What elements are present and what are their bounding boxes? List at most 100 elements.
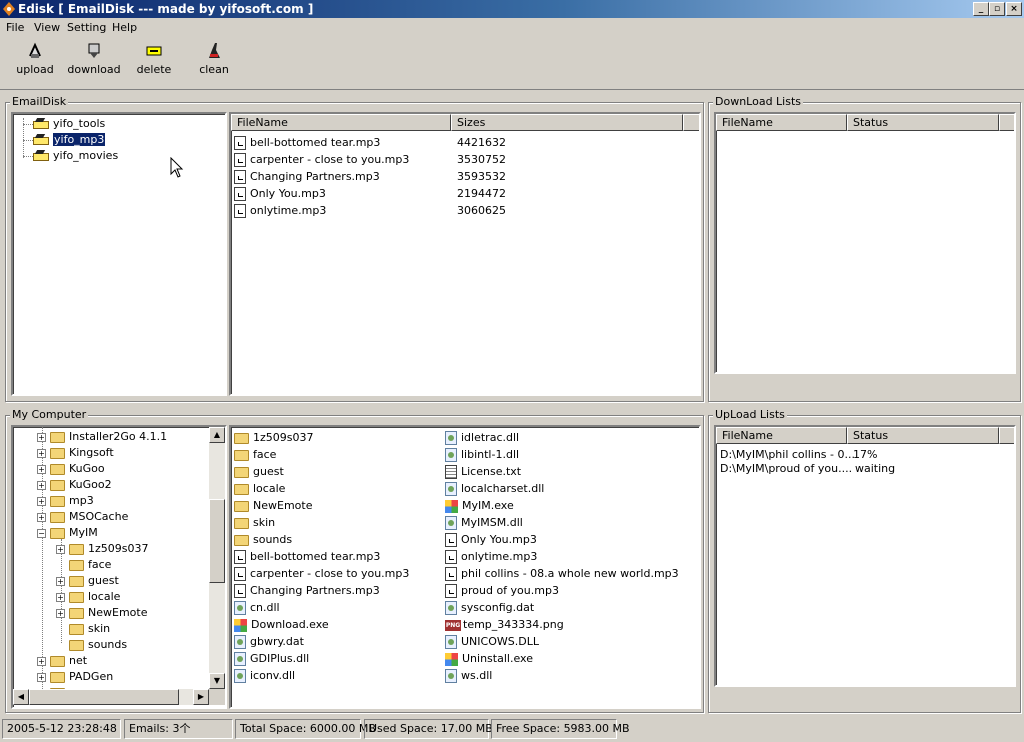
collapse-icon[interactable]: − [37,528,46,538]
list-item[interactable]: onlytime.mp3 [234,202,326,219]
list-item[interactable]: Download.exe [234,616,329,633]
download-list[interactable]: FileName Status [714,112,1016,374]
list-item[interactable]: License.txt [445,463,521,480]
list-item[interactable]: locale [234,480,285,497]
scroll-left-button[interactable]: ◀ [13,689,29,705]
tree-item[interactable]: + net [37,653,87,669]
expand-icon[interactable]: + [37,464,46,474]
list-item[interactable]: guest [234,463,284,480]
expand-icon[interactable]: + [37,672,46,682]
list-item[interactable]: carpenter - close to you.mp3 [234,565,409,582]
mycomputer-file-list[interactable]: 1z509s037 face guest locale NewEmote skin soun… [229,425,701,709]
tree-item[interactable]: + guest [56,573,119,589]
tree-item[interactable]: +1z509s037 [56,541,149,557]
list-item[interactable]: PNG temp_343334.png [445,616,564,633]
scroll-right-button[interactable]: ▶ [193,689,209,705]
scrollbar-thumb[interactable] [209,499,225,583]
list-item[interactable]: sounds [234,531,292,548]
upload-row-filename[interactable]: D:\MyIM\proud of you.... [720,460,852,477]
tree-item[interactable]: + NewEmote [56,605,147,621]
list-item[interactable]: sysconfig.dat [445,599,534,616]
list-item[interactable]: MyIM.exe [445,497,514,514]
expand-icon[interactable]: + [56,576,65,586]
expand-icon[interactable]: + [56,544,65,554]
tree-item[interactable]: + Kingsoft [37,445,114,461]
list-item[interactable]: localcharset.dll [445,480,544,497]
list-item[interactable]: GDIPlus.dll [234,650,309,667]
list-item[interactable]: Uninstall.exe [445,650,533,667]
tree-item[interactable]: + KuGoo2 [37,477,112,493]
tree-item-yifo-mp3[interactable]: yifo_mp3 [33,132,107,148]
folder-icon [50,511,65,523]
emaildisk-tree[interactable]: yifo_tools yifo_mp3 yifo_movies [11,112,227,396]
minimize-button[interactable]: _ [973,2,989,16]
column-header-filename[interactable]: FileName [716,114,847,131]
list-item[interactable]: skin [234,514,275,531]
list-item[interactable]: Only You.mp3 [234,185,326,202]
list-item[interactable]: Changing Partners.mp3 [234,582,380,599]
list-item[interactable]: Only You.mp3 [445,531,537,548]
expand-icon[interactable]: + [37,448,46,458]
list-item[interactable]: MyIMSM.dll [445,514,523,531]
column-header-status[interactable]: Status [847,427,999,444]
menu-help[interactable]: Help [112,21,137,34]
tree-item[interactable]: + Installer2Go 4.1.1 [37,429,167,445]
tree-item[interactable]: + PADGen [37,669,113,685]
column-header-filename[interactable]: FileName [231,114,451,131]
tree-item[interactable]: face [56,557,111,573]
list-item[interactable]: UNICOWS.DLL [445,633,539,650]
tree-item-label: face [88,558,112,571]
delete-button[interactable]: delete [126,40,182,84]
expand-icon[interactable]: + [37,496,46,506]
tree-item[interactable]: sounds [56,637,127,653]
maximize-button[interactable]: ▫ [989,2,1005,16]
tree-item-yifo-tools[interactable]: yifo_tools [33,116,105,132]
emaildisk-file-list[interactable]: FileName Sizes bell-bottomed tear.mp3 44… [229,112,701,396]
tree-item-yifo-movies[interactable]: yifo_movies [33,148,118,164]
list-item[interactable]: phil collins - 08.a whole new world.mp3 [445,565,679,582]
list-item[interactable]: bell-bottomed tear.mp3 [234,548,380,565]
column-header-sizes[interactable]: Sizes [451,114,683,131]
horizontal-scrollbar-thumb[interactable] [29,689,179,705]
list-item[interactable]: Changing Partners.mp3 [234,168,380,185]
expand-icon[interactable]: + [37,656,46,666]
list-item[interactable]: carpenter - close to you.mp3 [234,151,409,168]
list-item[interactable]: face [234,446,276,463]
scroll-down-button[interactable]: ▼ [209,673,225,689]
list-item[interactable]: iconv.dll [234,667,295,684]
close-button[interactable]: × [1006,2,1022,16]
list-item[interactable]: proud of you.mp3 [445,582,559,599]
list-item[interactable]: 1z509s037 [234,429,314,446]
tree-item[interactable]: + locale [56,589,120,605]
tree-item[interactable]: + MSOCache [37,509,128,525]
column-header-filename[interactable]: FileName [716,427,847,444]
tree-item[interactable]: + KuGoo [37,461,105,477]
list-item[interactable]: gbwry.dat [234,633,304,650]
expand-icon[interactable]: + [56,608,65,618]
menu-file[interactable]: File [6,21,24,34]
download-button[interactable]: download [66,40,122,84]
list-item[interactable]: onlytime.mp3 [445,548,537,565]
mycomputer-tree[interactable]: + Installer2Go 4.1.1 + Kingsoft + KuGoo + KuGoo… [11,425,227,709]
tree-item[interactable]: − MyIM [37,525,98,541]
list-item[interactable]: ws.dll [445,667,492,684]
clean-button[interactable]: clean [186,40,242,84]
expand-icon[interactable]: + [37,512,46,522]
expand-icon[interactable]: + [56,592,65,602]
list-item[interactable]: cn.dll [234,599,280,616]
list-item[interactable]: libintl-1.dll [445,446,519,463]
list-item[interactable]: NewEmote [234,497,312,514]
expand-icon[interactable]: + [37,480,46,490]
column-header-status[interactable]: Status [847,114,999,131]
list-item[interactable]: idletrac.dll [445,429,519,446]
expand-icon[interactable]: + [37,432,46,442]
folder-icon [234,500,249,512]
upload-list[interactable]: FileName Status D:\MyIM\phil collins - 0… [714,425,1016,687]
tree-item[interactable]: skin [56,621,110,637]
menu-setting[interactable]: Setting [67,21,106,34]
list-item[interactable]: bell-bottomed tear.mp3 [234,134,380,151]
upload-button[interactable]: upload [7,40,63,84]
menu-view[interactable]: View [34,21,60,34]
tree-item[interactable]: + mp3 [37,493,94,509]
scroll-up-button[interactable]: ▲ [209,427,225,443]
